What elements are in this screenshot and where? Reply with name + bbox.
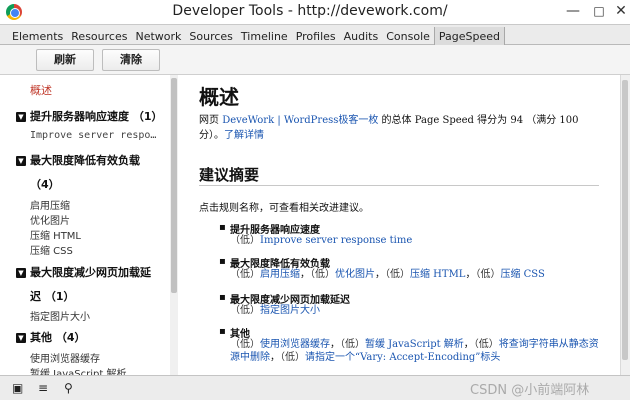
- tab-resources[interactable]: Resources: [67, 27, 131, 46]
- site-link[interactable]: DeveWork | WordPress极客一枚: [222, 115, 378, 126]
- report-scroll-thumb[interactable]: [622, 80, 628, 360]
- close-icon[interactable]: ✕: [608, 2, 630, 20]
- rules-sidebar: 概述 ▼ 提升服务器响应速度 （1） Improve server respo… …: [0, 75, 178, 375]
- window-title: Developer Tools - http://devework.com/: [172, 3, 448, 19]
- sidebar-group-title: 最大限度降低有效负载: [30, 154, 140, 167]
- summary-middle: 的总体 Page Speed 得分为: [378, 115, 511, 126]
- suggestions-heading: 建议摘要: [199, 166, 260, 184]
- bullet-icon: ▪: [219, 326, 226, 337]
- sidebar-item-minify-css[interactable]: 压缩 CSS: [30, 242, 73, 257]
- score-value: 94: [510, 115, 524, 126]
- heading-divider: [199, 185, 599, 186]
- sidebar-item-minify-html[interactable]: 压缩 HTML: [30, 227, 81, 242]
- rule-link[interactable]: 暂缓 JavaScript 解析: [365, 339, 464, 350]
- tab-elements[interactable]: Elements: [0, 27, 67, 46]
- rule-link[interactable]: Improve server response time: [260, 235, 412, 246]
- tab-network[interactable]: Network: [131, 27, 185, 46]
- rule-links: （低）Improve server response time: [230, 234, 605, 247]
- rule-links: （低）启用压缩，（低）优化图片，（低）压缩 HTML，（低）压缩 CSS: [230, 269, 545, 280]
- search-icon[interactable]: ⚲: [64, 381, 73, 395]
- dock-icon[interactable]: ▣: [12, 381, 23, 395]
- rule-link[interactable]: 使用浏览器缓存: [260, 339, 330, 350]
- bullet-icon: ▪: [219, 222, 226, 233]
- sidebar-item-overview[interactable]: 概述: [30, 82, 52, 98]
- rule-link[interactable]: 优化图片: [335, 269, 375, 280]
- rule-level: （低）: [230, 305, 260, 316]
- sidebar-group-title: 其他 （4）: [30, 331, 86, 344]
- refresh-button[interactable]: 刷新: [36, 49, 94, 71]
- tab-profiles[interactable]: Profiles: [292, 27, 340, 46]
- sidebar-item-enable-compression[interactable]: 启用压缩: [30, 197, 70, 212]
- window-titlebar: Developer Tools - http://devework.com/ —…: [0, 0, 630, 24]
- sidebar-group-title: 最大限度减少网页加载延: [30, 266, 151, 279]
- rule-level: （低）: [340, 339, 365, 350]
- rule-link[interactable]: 请指定一个“Vary: Accept-Encoding”标头: [305, 352, 500, 363]
- tab-audits[interactable]: Audits: [340, 27, 383, 46]
- tab-pagespeed[interactable]: PageSpeed: [433, 27, 506, 46]
- suggestions-intro: 点击规则名称，可查看相关改进建议。: [199, 203, 369, 214]
- sidebar-group-title-continued: 迟 （1）: [30, 290, 75, 303]
- sidebar-scroll-thumb[interactable]: [171, 78, 177, 293]
- sidebar-group-other[interactable]: ▼ 其他 （4）: [16, 329, 85, 345]
- sidebar-item-defer-js-parsing[interactable]: 暂缓 JavaScript 解析: [30, 365, 126, 375]
- rule-level: （低）: [230, 269, 260, 280]
- sidebar-group-title: 提升服务器响应速度 （1）: [30, 110, 163, 123]
- rule-level: （低）: [310, 269, 335, 280]
- watermark: CSDN @小前端阿林: [470, 383, 590, 398]
- rule-level: （低）: [475, 269, 501, 280]
- rule-level: （低）: [385, 269, 410, 280]
- clear-button[interactable]: 清除: [102, 49, 160, 71]
- rule-level: （低）: [230, 235, 260, 246]
- tab-timeline[interactable]: Timeline: [237, 27, 292, 46]
- details-link[interactable]: 了解详情: [224, 130, 264, 141]
- collapse-icon[interactable]: ▼: [16, 268, 26, 278]
- tab-console[interactable]: Console: [382, 27, 434, 46]
- rule-level: （低）: [230, 339, 260, 350]
- page-title: 概述: [199, 85, 239, 109]
- summary-prefix: 网页: [199, 115, 223, 126]
- bullet-icon: ▪: [219, 292, 226, 303]
- collapse-icon[interactable]: ▼: [16, 112, 26, 122]
- console-drawer-icon[interactable]: ≡: [38, 381, 48, 395]
- sidebar-item-browser-caching[interactable]: 使用浏览器缓存: [30, 350, 100, 365]
- rule-link[interactable]: 压缩 HTML: [410, 269, 465, 280]
- rule-link[interactable]: 启用压缩: [260, 269, 300, 280]
- rule-link[interactable]: 压缩 CSS: [500, 269, 544, 280]
- report-panel: 概述 网页 DeveWork | WordPress极客一枚 的总体 Page …: [178, 75, 620, 375]
- minimize-icon[interactable]: —: [560, 2, 586, 20]
- bullet-icon: ▪: [219, 256, 226, 267]
- sidebar-group-minimize-latency[interactable]: ▼ 最大限度减少网页加载延: [16, 264, 151, 280]
- panel-tabs: Elements Resources Network Sources Timeline P…: [0, 24, 630, 46]
- rule-level: （低）: [473, 339, 499, 350]
- pagespeed-toolbar: 刷新 清除: [0, 45, 630, 75]
- sidebar-group-title-continued: （4）: [30, 178, 60, 191]
- collapse-icon[interactable]: ▼: [16, 333, 26, 343]
- collapse-icon[interactable]: ▼: [16, 156, 26, 166]
- sidebar-item-improve-server-response[interactable]: Improve server respo…: [30, 130, 156, 141]
- rule-links: （低）使用浏览器缓存，（低）暂缓 JavaScript 解析，（低）将查询字符串…: [230, 339, 599, 363]
- sidebar-item-optimize-images[interactable]: 优化图片: [30, 212, 70, 227]
- sidebar-group-minimize-payload[interactable]: ▼ 最大限度降低有效负载: [16, 152, 140, 168]
- rule-links: （低）指定图片大小: [230, 304, 605, 317]
- sidebar-item-specify-image-dimensions[interactable]: 指定图片大小: [30, 308, 90, 323]
- tab-sources[interactable]: Sources: [185, 27, 237, 46]
- rule-link[interactable]: 指定图片大小: [260, 305, 320, 316]
- sidebar-group-server-response[interactable]: ▼ 提升服务器响应速度 （1）: [16, 108, 162, 124]
- score-summary: 网页 DeveWork | WordPress极客一枚 的总体 Page Spe…: [199, 113, 599, 143]
- rule-level: （低）: [280, 352, 305, 363]
